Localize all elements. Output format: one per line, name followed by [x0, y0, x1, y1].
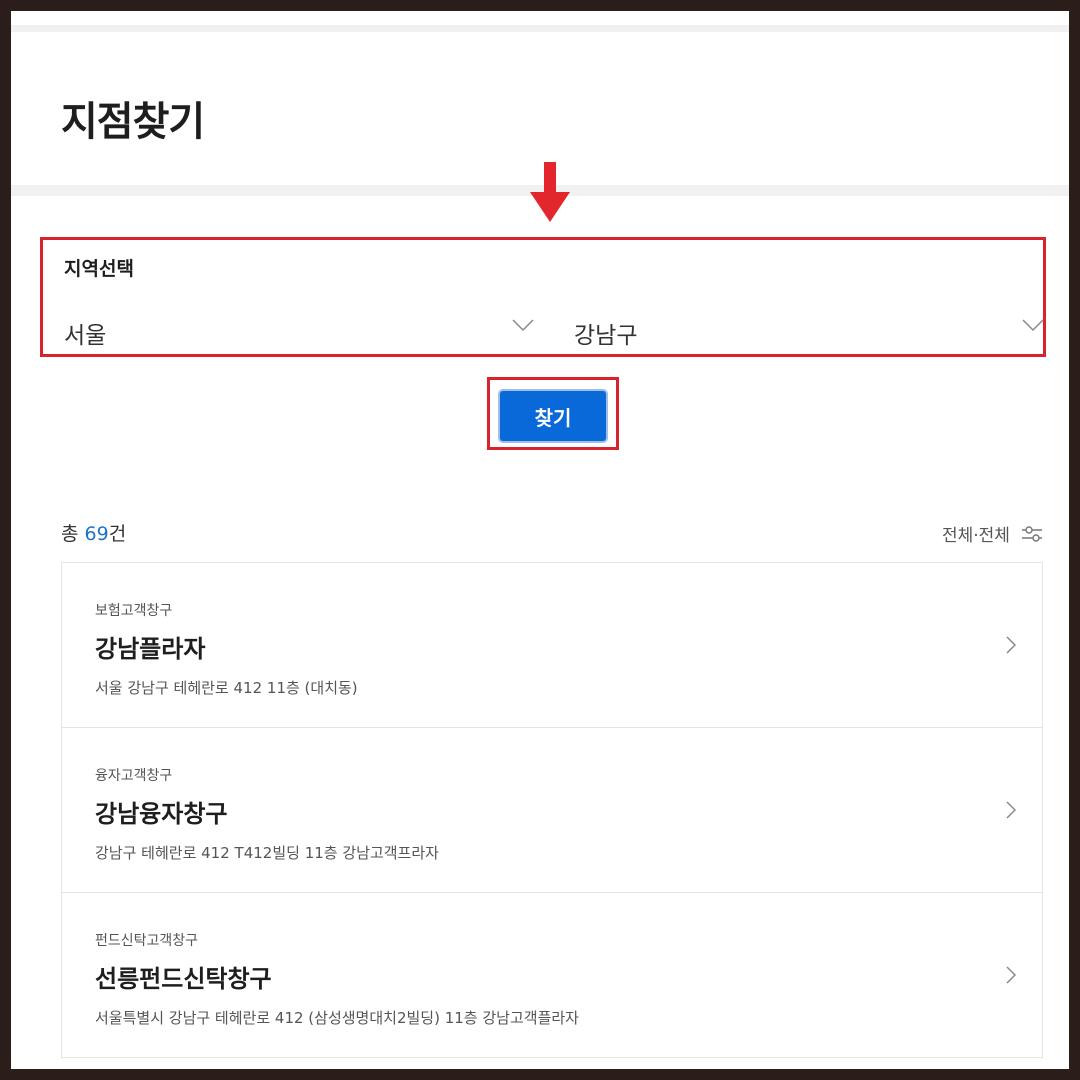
branch-list-item[interactable]: 융자고객창구 강남융자창구 강남구 테헤란로 412 T412빌딩 11층 강남… [62, 728, 1042, 893]
branch-name: 강남융자창구 [95, 800, 228, 828]
filter-icon [1022, 525, 1042, 542]
chevron-right-icon [1006, 636, 1016, 654]
chevron-down-icon [1022, 319, 1044, 332]
chevron-right-icon [1006, 801, 1016, 819]
branch-type: 펀드신탁고객창구 [95, 933, 199, 949]
region-select-label: 지역선택 [64, 258, 134, 280]
branch-name: 강남플라자 [95, 635, 206, 663]
chevron-right-icon [1006, 966, 1016, 984]
branch-name: 선릉펀드신탁창구 [95, 965, 272, 993]
district-select[interactable]: 강남구 [574, 312, 1044, 349]
branch-list-item[interactable]: 보험고객창구 강남플라자 서울 강남구 테헤란로 412 11층 (대치동) [62, 563, 1042, 728]
search-button[interactable]: 찾기 [500, 391, 606, 441]
district-select-value: 강남구 [574, 323, 638, 349]
branch-list: 보험고객창구 강남플라자 서울 강남구 테헤란로 412 11층 (대치동) 융… [61, 562, 1043, 1058]
result-count: 총 69건 [61, 519, 126, 546]
branch-type: 융자고객창구 [95, 768, 173, 784]
branch-type: 보험고객창구 [95, 603, 173, 619]
chevron-down-icon [512, 319, 534, 332]
result-count-number: 69 [84, 523, 109, 545]
top-strip [11, 25, 1069, 32]
down-arrow-annotation-icon [530, 162, 570, 222]
city-select-value: 서울 [64, 323, 107, 349]
branch-address: 강남구 테헤란로 412 T412빌딩 11층 강남고객프라자 [95, 844, 439, 862]
branch-address: 서울특별시 강남구 테헤란로 412 (삼성생명대치2빌딩) 11층 강남고객플… [95, 1009, 579, 1027]
search-button-highlight: 찾기 [487, 377, 619, 450]
branch-list-item[interactable]: 펀드신탁고객창구 선릉펀드신탁창구 서울특별시 강남구 테헤란로 412 (삼성… [62, 893, 1042, 1058]
result-count-suffix: 건 [108, 523, 127, 545]
region-select-section: 지역선택 서울 강남구 [40, 237, 1046, 357]
page-frame: 지점찾기 지역선택 서울 강남구 찾기 총 69건 전체·전체 보험고객창구 강… [11, 11, 1069, 1069]
result-count-prefix: 총 [61, 523, 79, 545]
filter-button[interactable]: 전체·전체 [941, 521, 1043, 546]
filter-label: 전체·전체 [941, 526, 1010, 546]
branch-address: 서울 강남구 테헤란로 412 11층 (대치동) [95, 679, 358, 697]
city-select[interactable]: 서울 [64, 312, 534, 349]
page-title: 지점찾기 [61, 99, 205, 145]
